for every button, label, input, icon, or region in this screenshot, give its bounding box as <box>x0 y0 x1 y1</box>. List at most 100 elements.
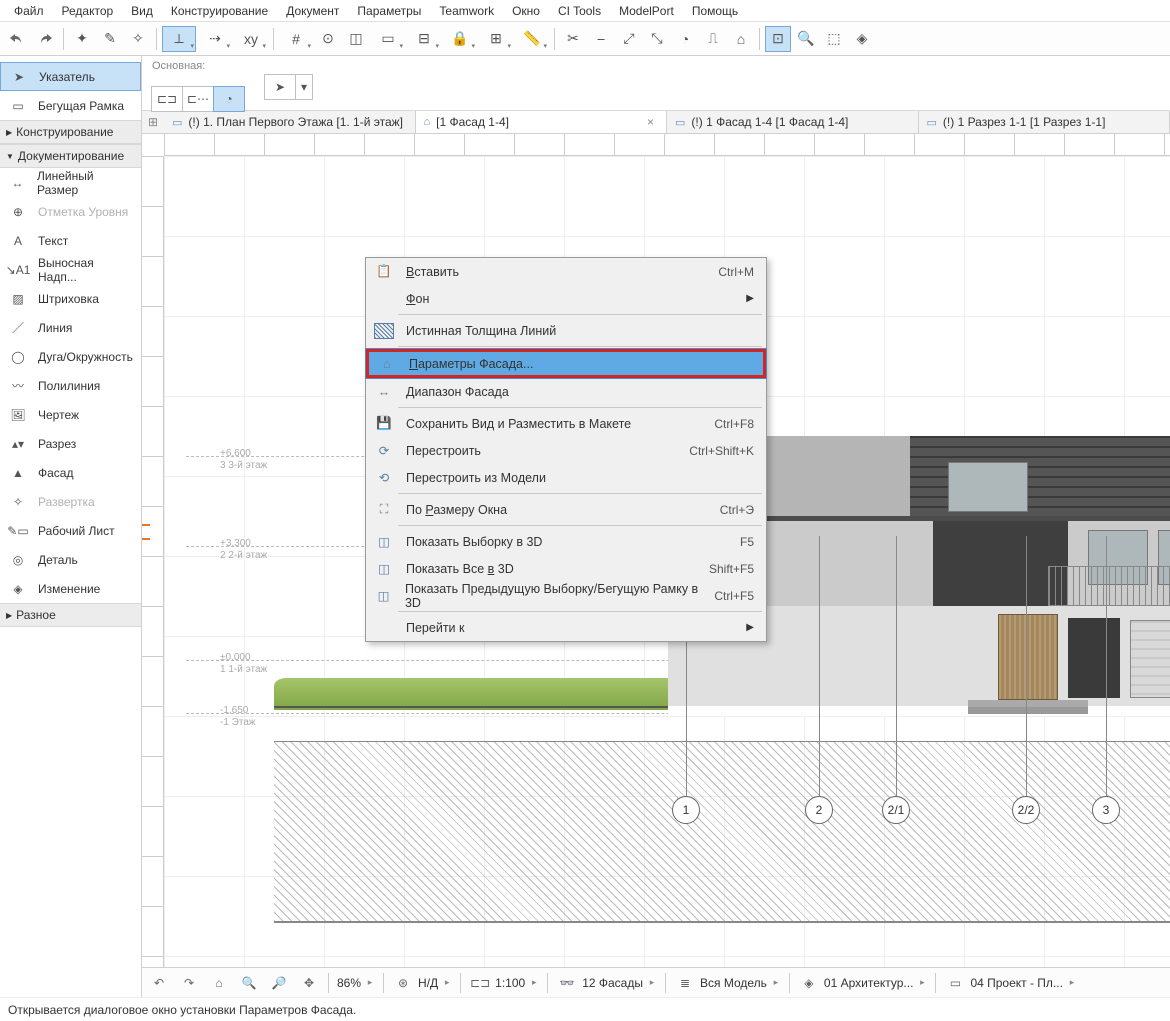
zoom-level[interactable]: 86%▸ <box>337 976 375 990</box>
context-menu-item[interactable]: Фон▶ <box>366 285 766 312</box>
context-menu-item[interactable]: 📋ВставитьCtrl+M <box>366 258 766 285</box>
scale[interactable]: ⊏⊐1:100▸ <box>469 972 539 994</box>
cursor-mode-dropdown[interactable]: ▾ <box>295 74 313 100</box>
context-menu-item[interactable]: ⟳ПерестроитьCtrl+Shift+K <box>366 437 766 464</box>
eyedropper-button[interactable]: ✦ <box>69 26 95 52</box>
menu-citools[interactable]: CI Tools <box>550 2 609 20</box>
context-menu-item[interactable]: Истинная Толщина Линий <box>366 317 766 344</box>
coords-button[interactable]: xy▾ <box>234 26 268 52</box>
connect-button[interactable]: ⌂ <box>728 26 754 52</box>
home-icon[interactable]: ⌂ <box>208 972 230 994</box>
context-menu-item[interactable]: ⟲Перестроить из Модели <box>366 464 766 491</box>
find-button[interactable]: 🔍 <box>793 26 819 52</box>
view-set[interactable]: 👓12 Фасады▸ <box>556 972 657 994</box>
tool-hatch[interactable]: ▨Штриховка <box>0 284 141 313</box>
pan-icon[interactable]: ✥ <box>298 972 320 994</box>
view-tab[interactable]: ▭(!) 1 Разрез 1-1 [1 Разрез 1-1] <box>919 111 1170 133</box>
menu-document[interactable]: Документ <box>278 2 347 20</box>
trim-button[interactable]: ⎯ <box>588 26 614 52</box>
tool-linear-dim[interactable]: ↔Линейный Размер <box>0 168 141 197</box>
menu-teamwork[interactable]: Teamwork <box>431 2 502 20</box>
fillet-button[interactable]: ◔ <box>672 26 698 52</box>
filter-button[interactable]: ⬚ <box>821 26 847 52</box>
tool-arc[interactable]: ◯Дуга/Окружность <box>0 342 141 371</box>
select-mode-3[interactable]: ◔ <box>213 86 245 112</box>
layout-combo[interactable]: ▭04 Проект - Пл...▸ <box>944 972 1077 994</box>
undo-nav-icon[interactable]: ↶ <box>148 972 170 994</box>
tab-grid-icon[interactable]: ⊞ <box>142 115 164 129</box>
zoom-out-icon[interactable]: 🔍 <box>238 972 260 994</box>
menu-file[interactable]: Файл <box>6 2 52 20</box>
page-button[interactable]: ▭▾ <box>371 26 405 52</box>
split-button[interactable]: ⤢ <box>616 26 642 52</box>
context-menu-item[interactable]: 💾Сохранить Вид и Разместить в МакетеCtrl… <box>366 410 766 437</box>
select-mode-2[interactable]: ⊏⋯ <box>182 86 214 112</box>
tool-text[interactable]: AТекст <box>0 226 141 255</box>
context-menu-item[interactable]: ◫Показать Все в 3DShift+F5 <box>366 555 766 582</box>
close-tab-icon[interactable]: × <box>643 115 658 129</box>
axis-label: 2/2 <box>1012 796 1040 824</box>
syringe-button[interactable]: ✎ <box>97 26 123 52</box>
view-tab[interactable]: ⌂[1 Фасад 1-4]× <box>416 111 668 133</box>
tool-worksheet[interactable]: ✎▭Рабочий Лист <box>0 516 141 545</box>
tool-drawing[interactable]: 🖼Чертеж <box>0 400 141 429</box>
tool-pointer[interactable]: ➤ Указатель <box>0 62 141 91</box>
tool-leader[interactable]: ↘A1Выносная Надп... <box>0 255 141 284</box>
tool-change[interactable]: ◈Изменение <box>0 574 141 603</box>
pa3d-icon: ◫ <box>372 561 396 576</box>
model-filter[interactable]: ≣Вся Модель▸ <box>674 972 781 994</box>
cursor-mode-button[interactable]: ➤ <box>264 74 296 100</box>
tool-section[interactable]: ▴▾Разрез <box>0 429 141 458</box>
guideline-button[interactable]: ⟂▾ <box>162 26 196 52</box>
tool-marquee[interactable]: ▭ Бегущая Рамка <box>0 91 141 120</box>
tool-elevation[interactable]: ▲Фасад <box>0 458 141 487</box>
redo-button[interactable] <box>32 26 58 52</box>
menu-window[interactable]: Окно <box>504 2 548 20</box>
chevron-right-icon: ▸ <box>647 977 657 988</box>
layer-combo[interactable]: ◈01 Архитектур...▸ <box>798 972 928 994</box>
select-all-button[interactable]: ⊡ <box>765 26 791 52</box>
ruler-button[interactable]: 📏▾ <box>515 26 549 52</box>
context-menu-item[interactable]: ◫Показать Выборку в 3DF5 <box>366 528 766 555</box>
menu-help[interactable]: Помощь <box>684 2 746 20</box>
cut-button[interactable]: ✂ <box>560 26 586 52</box>
trace-button[interactable]: ◫ <box>343 26 369 52</box>
tool-polyline[interactable]: 〰Полилиния <box>0 371 141 400</box>
story-marker[interactable] <box>142 524 150 540</box>
element-snap-button[interactable]: ⊙ <box>315 26 341 52</box>
circle-icon: ◯ <box>8 350 28 364</box>
menu-modelport[interactable]: ModelPort <box>611 2 682 20</box>
shortcut-label: Ctrl+Shift+K <box>689 444 754 458</box>
view-tab[interactable]: ▭(!) 1. План Первого Этажа [1. 1-й этаж] <box>164 111 416 133</box>
zoom-in-icon[interactable]: 🔎 <box>268 972 290 994</box>
intersect-button[interactable]: ⤡ <box>644 26 670 52</box>
snap-guide-button[interactable]: ⇢▾ <box>198 26 232 52</box>
redo-nav-icon[interactable]: ↷ <box>178 972 200 994</box>
toolbox-category-document[interactable]: ▼Документирование <box>0 144 141 168</box>
undo-button[interactable] <box>4 26 30 52</box>
menu-design[interactable]: Конструирование <box>163 2 276 20</box>
lock-button[interactable]: 🔒▾ <box>443 26 477 52</box>
context-menu-item[interactable]: ⌂Параметры Фасада... <box>366 349 766 378</box>
context-menu-item[interactable]: Перейти к▶ <box>366 614 766 641</box>
menu-options[interactable]: Параметры <box>349 2 429 20</box>
context-menu-item[interactable]: ◫Показать Предыдущую Выборку/Бегущую Рам… <box>366 582 766 609</box>
view-tab[interactable]: ▭(!) 1 Фасад 1-4 [1 Фасад 1-4] <box>667 111 919 133</box>
menu-view[interactable]: Вид <box>123 2 161 20</box>
toolbox-category-construct[interactable]: ▶Конструирование <box>0 120 141 144</box>
offset-button[interactable]: ⎍ <box>700 26 726 52</box>
orientation[interactable]: ⊛Н/Д▸ <box>392 972 452 994</box>
group-button[interactable]: ⊞▾ <box>479 26 513 52</box>
context-menu-item[interactable]: ↔Диапазон Фасада <box>366 378 766 405</box>
toolbox-category-misc[interactable]: ▶Разное <box>0 603 141 627</box>
tool-detail[interactable]: ◎Деталь <box>0 545 141 574</box>
measure-button[interactable]: ✧ <box>125 26 151 52</box>
shortcut-label: F5 <box>740 535 754 549</box>
3d-cutaway-button[interactable]: ◈ <box>849 26 875 52</box>
grid-snap-button[interactable]: #▾ <box>279 26 313 52</box>
context-menu-item[interactable]: ⛶По Размеру ОкнаCtrl+Э <box>366 496 766 523</box>
menu-edit[interactable]: Редактор <box>54 2 122 20</box>
tool-line[interactable]: ／Линия <box>0 313 141 342</box>
select-mode-1[interactable]: ⊏⊐ <box>151 86 183 112</box>
dim-button[interactable]: ⊟▾ <box>407 26 441 52</box>
